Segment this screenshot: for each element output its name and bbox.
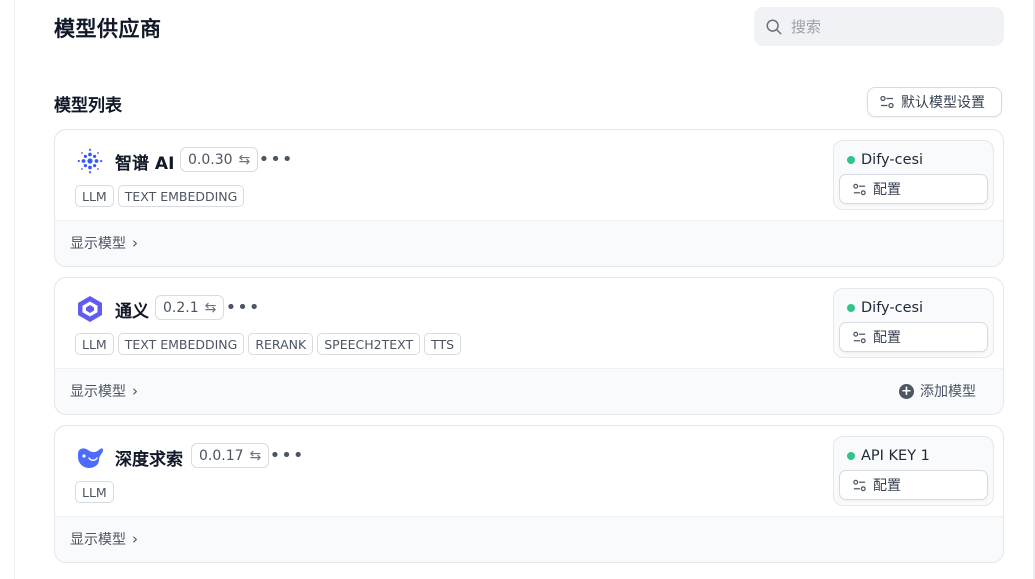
config-label: 配置 [873,330,901,346]
more-options-icon[interactable]: ••• [270,444,304,466]
tag: SPEECH2TEXT [317,333,421,355]
search-input[interactable] [791,17,991,36]
tag: RERANK [248,333,314,355]
chevron-right-icon: › [132,382,138,400]
provider-card-deepseek: 深度求索 0.0.17 ⇆ ••• LLM API KEY 1 配置 显示模型 … [54,425,1004,563]
provider-name: 深度求索 [115,450,183,470]
settings-sliders-icon [853,479,866,491]
search-box[interactable] [754,7,1004,46]
settings-sliders-icon [853,183,866,195]
settings-sliders-icon [853,331,866,343]
switch-version-icon: ⇆ [238,151,251,168]
status-dot [847,304,855,312]
tag: LLM [75,185,114,207]
credential-status: Dify-cesi [847,300,923,316]
tag: TTS [424,333,462,355]
switch-version-icon: ⇆ [204,299,217,316]
show-models-label: 显示模型 [70,384,126,400]
more-options-icon[interactable]: ••• [226,296,260,318]
credential-panel: Dify-cesi 配置 [833,140,994,210]
chevron-right-icon: › [132,234,138,252]
add-model-label: 添加模型 [920,384,976,400]
left-divider [14,0,15,579]
version-text: 0.0.30 [188,151,233,168]
credential-panel: Dify-cesi 配置 [833,288,994,358]
tag: LLM [75,333,114,355]
status-dot [847,156,855,164]
provider-card-header: 智谱 AI 0.0.30 ⇆ ••• LLM TEXT EMBEDDING Di… [55,130,1003,221]
provider-card-header: 通义 0.2.1 ⇆ ••• LLM TEXT EMBEDDING RERANK… [55,278,1003,369]
zhipu-logo-icon [75,146,105,176]
section-title: 模型列表 [54,96,122,116]
tag: TEXT EMBEDDING [117,185,245,207]
tag: LLM [75,481,114,503]
version-badge[interactable]: 0.0.17 ⇆ [191,443,270,468]
default-model-settings-button[interactable]: 默认模型设置 [867,87,1002,117]
show-models-label: 显示模型 [70,236,126,252]
credential-status: Dify-cesi [847,152,923,168]
version-badge[interactable]: 0.2.1 ⇆ [155,295,225,320]
config-label: 配置 [873,182,901,198]
credential-status: API KEY 1 [847,448,930,464]
model-type-tags: LLM TEXT EMBEDDING RERANK SPEECH2TEXT TT… [75,333,462,355]
tongyi-logo-icon [75,294,105,324]
config-button[interactable]: 配置 [839,322,988,352]
provider-card-header: 深度求索 0.0.17 ⇆ ••• LLM API KEY 1 配置 [55,426,1003,517]
config-button[interactable]: 配置 [839,174,988,204]
provider-card-zhipu: 智谱 AI 0.0.30 ⇆ ••• LLM TEXT EMBEDDING Di… [54,129,1004,267]
default-model-settings-label: 默认模型设置 [901,95,985,111]
config-label: 配置 [873,478,901,494]
provider-name: 智谱 AI [115,154,175,174]
show-models-button[interactable]: 显示模型 › [70,233,138,253]
show-models-label: 显示模型 [70,532,126,548]
provider-name: 通义 [115,302,149,322]
model-type-tags: LLM TEXT EMBEDDING [75,185,245,207]
plus-circle-icon: + [899,383,914,399]
config-button[interactable]: 配置 [839,470,988,500]
status-dot [847,452,855,460]
version-badge[interactable]: 0.0.30 ⇆ [180,147,259,172]
version-text: 0.2.1 [163,299,199,316]
show-models-button[interactable]: 显示模型 › [70,381,138,401]
tag: TEXT EMBEDDING [117,333,245,355]
credential-name: Dify-cesi [861,300,924,316]
deepseek-logo-icon [75,442,105,472]
switch-version-icon: ⇆ [249,447,262,464]
model-type-tags: LLM [75,481,114,503]
add-model-button[interactable]: + 添加模型 [899,381,976,401]
page-title: 模型供应商 [54,17,162,41]
show-models-button[interactable]: 显示模型 › [70,529,138,549]
provider-card-tongyi: 通义 0.2.1 ⇆ ••• LLM TEXT EMBEDDING RERANK… [54,277,1004,415]
search-icon [766,18,782,35]
credential-name: API KEY 1 [861,448,930,464]
chevron-right-icon: › [132,530,138,548]
more-options-icon[interactable]: ••• [259,148,293,170]
credential-name: Dify-cesi [861,152,924,168]
version-text: 0.0.17 [199,447,244,464]
credential-panel: API KEY 1 配置 [833,436,994,506]
settings-sliders-icon [880,95,894,109]
